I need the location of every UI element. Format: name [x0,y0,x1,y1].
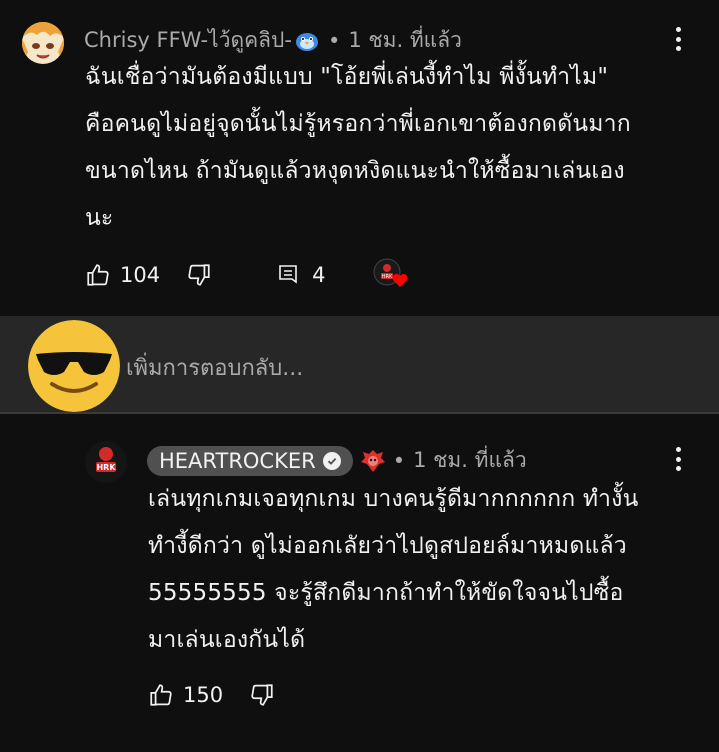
reply-line: ทำงี้ดีกว่า ดูไม่ออกเลัยว่าไปดูสปอยล์มาห… [148,533,627,559]
dislike-button[interactable] [186,262,212,288]
like-count: 104 [120,263,161,287]
reply-meta: HEARTROCKER • 1 ชม. ที่แล้ว [147,444,527,477]
like-button[interactable]: 150 [148,682,223,708]
comment-time: 1 ชม. ที่แล้ว [348,28,462,52]
svg-text:HRK: HRK [96,463,116,472]
comment-icon [279,265,297,284]
thumbs-up-icon [87,264,109,286]
sunglasses-emoji-icon [28,320,120,412]
comment-meta: Chrisy FFW-ไว้ดูคลิป- • 1 ชม. ที่แล้ว [84,24,462,57]
comment-text: ฉันเชื่อว่ามันต้องมีแบบ "โอ้ยพี่เล่นงี้ท… [85,54,631,242]
comment-line: นะ [85,205,114,231]
reply-count: 4 [312,263,326,287]
meta-separator: • [327,28,341,53]
more-options-icon[interactable] [666,24,690,54]
reply-count-button[interactable]: 4 [276,263,325,287]
like-count: 150 [183,683,224,707]
creator-heart: HRK [373,258,409,292]
commenter-name[interactable]: Chrisy FFW-ไว้ดูคลิป- [84,24,292,57]
reply-actions: 150 [148,682,275,708]
thumbs-down-icon [188,264,210,286]
creator-name: HEARTROCKER [159,448,316,473]
reply-line: มาเล่นเองกันได้ [148,627,306,653]
comment-line: ขนาดไหน ถ้ามันดูแล้วหงุดหงิดแนะนำให้ซื้อ… [85,158,625,184]
top-comment: Chrisy FFW-ไว้ดูคลิป- • 1 ชม. ที่แล้ว ฉั… [0,0,719,316]
comment-actions: 104 4 HRK [85,258,409,292]
svg-text:HRK: HRK [382,274,393,280]
reply-line: 55555555 จะรู้สึกดีมากถ้าทำให้ขัดใจจนไปซ… [148,580,624,606]
creator-name-badge[interactable]: HEARTROCKER [147,445,353,476]
comment-line: ฉันเชื่อว่ามันต้องมีแบบ "โอ้ยพี่เล่นงี้ท… [85,64,609,90]
commenter-avatar[interactable] [22,22,64,64]
verified-check-icon [322,451,341,470]
comment-line: คือคนดูไม่อยู่จุดนั้นไม่รู้หรอกว่าพี่เอก… [85,111,631,137]
red-emblem-icon [359,448,387,474]
bird-emoji-icon [294,30,320,52]
meta-separator: • [392,448,406,473]
reply-time: 1 ชม. ที่แล้ว [413,448,527,472]
user-avatar [28,320,120,412]
creator-avatar[interactable]: HRK [85,441,127,483]
thumbs-up-icon [150,684,172,706]
reply-comment: HRK HEARTROCKER • 1 ชม. ที่แล้ว เล่นทุกเ… [0,414,719,752]
thumbs-down-icon [251,684,273,706]
creator-heart-icon: HRK [373,258,408,287]
like-button[interactable]: 104 [85,262,160,288]
reply-text: เล่นทุกเกมเจอทุกเกม บางคนรู้ดีมากกกกกก ท… [148,476,639,664]
more-options-icon[interactable] [666,444,690,474]
dislike-button[interactable] [249,682,275,708]
reply-input[interactable]: เพิ่มการตอบกลับ... [126,350,303,385]
reply-line: เล่นทุกเกมเจอทุกเกม บางคนรู้ดีมากกกกกก ท… [148,486,639,512]
